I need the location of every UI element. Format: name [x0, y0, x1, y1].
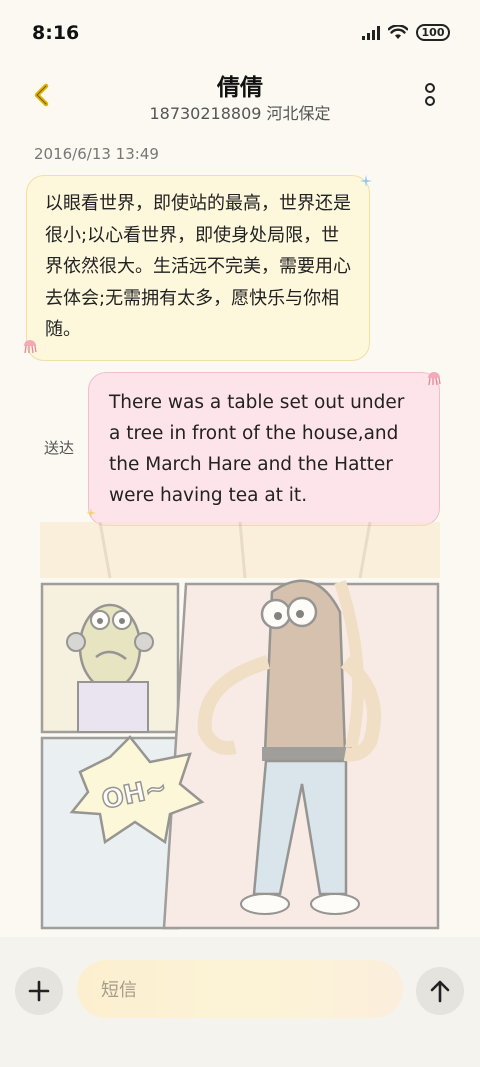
more-options-button[interactable]: [418, 78, 442, 112]
vertical-dots-icon: [425, 83, 435, 106]
outgoing-message-bubble[interactable]: There was a table set out under a tree i…: [88, 372, 440, 526]
jellyfish-icon: [24, 340, 37, 354]
battery-indicator: 100: [416, 24, 450, 41]
sparkle-icon: [360, 175, 372, 187]
incoming-message-bubble[interactable]: 以眼看世界，即使站的最高，世界还是很小;以心看世界，即使身处局限，世界依然很大。…: [26, 175, 370, 361]
wifi-icon: [388, 25, 408, 39]
comic-background-illustration: OH~: [40, 522, 440, 930]
jellyfish-icon: [428, 372, 441, 386]
contact-number-location: 18730218809 河北保定: [149, 104, 331, 123]
contact-name: 倩倩: [217, 75, 263, 101]
status-bar: 8:16 100: [0, 0, 480, 66]
arrow-up-icon: [430, 980, 450, 1003]
signal-icon: [362, 25, 380, 40]
send-button[interactable]: [416, 967, 464, 1015]
status-icons: 100: [362, 24, 450, 41]
conversation-header: 倩倩 18730218809 河北保定: [0, 66, 480, 130]
delivery-status: 送达: [44, 439, 75, 457]
plus-icon: [28, 980, 50, 1002]
add-attachment-button[interactable]: [15, 967, 63, 1015]
sparkle-icon: [86, 508, 96, 518]
message-timestamp: 2016/6/13 13:49: [34, 145, 159, 163]
sms-input[interactable]: 短信: [77, 960, 403, 1018]
status-time: 8:16: [32, 22, 80, 44]
